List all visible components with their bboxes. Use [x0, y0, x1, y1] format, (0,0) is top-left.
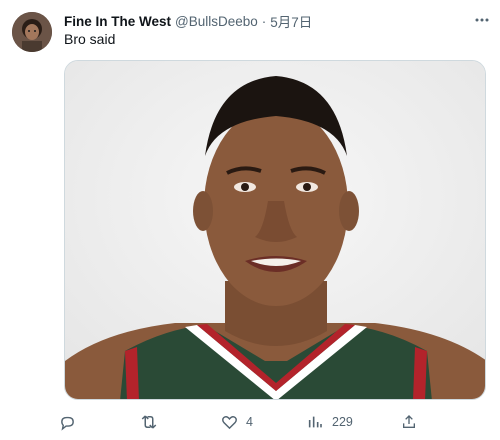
more-options-button[interactable]	[470, 8, 494, 32]
tweet-date[interactable]: 5月7日	[270, 11, 312, 31]
author-handle[interactable]: @BullsDeebo	[175, 14, 258, 29]
tweet-media[interactable]	[64, 60, 486, 400]
avatar-image	[12, 12, 52, 52]
retweet-button[interactable]	[140, 410, 166, 434]
more-dots-icon	[475, 18, 489, 22]
separator-dot: ·	[261, 13, 267, 29]
tweet-text: Bro said	[64, 31, 116, 47]
views-count: 229	[332, 415, 353, 429]
views-button[interactable]: 229	[306, 410, 353, 434]
like-button[interactable]: 4	[220, 410, 253, 434]
tweet-header: Fine In The West @BullsDeebo · 5月7日	[64, 11, 488, 31]
author-name[interactable]: Fine In The West	[64, 14, 171, 29]
retweet-icon	[140, 413, 158, 431]
reply-icon	[58, 413, 76, 431]
heart-icon	[220, 413, 238, 431]
media-photo	[65, 61, 485, 399]
avatar[interactable]	[12, 12, 52, 52]
tweet-actions: 4 229	[58, 410, 438, 434]
share-button[interactable]	[400, 410, 426, 434]
like-count: 4	[246, 415, 253, 429]
share-icon	[400, 413, 418, 431]
reply-button[interactable]	[58, 410, 84, 434]
views-chart-icon	[306, 413, 324, 431]
tweet[interactable]: Fine In The West @BullsDeebo · 5月7日 Bro …	[0, 0, 500, 440]
